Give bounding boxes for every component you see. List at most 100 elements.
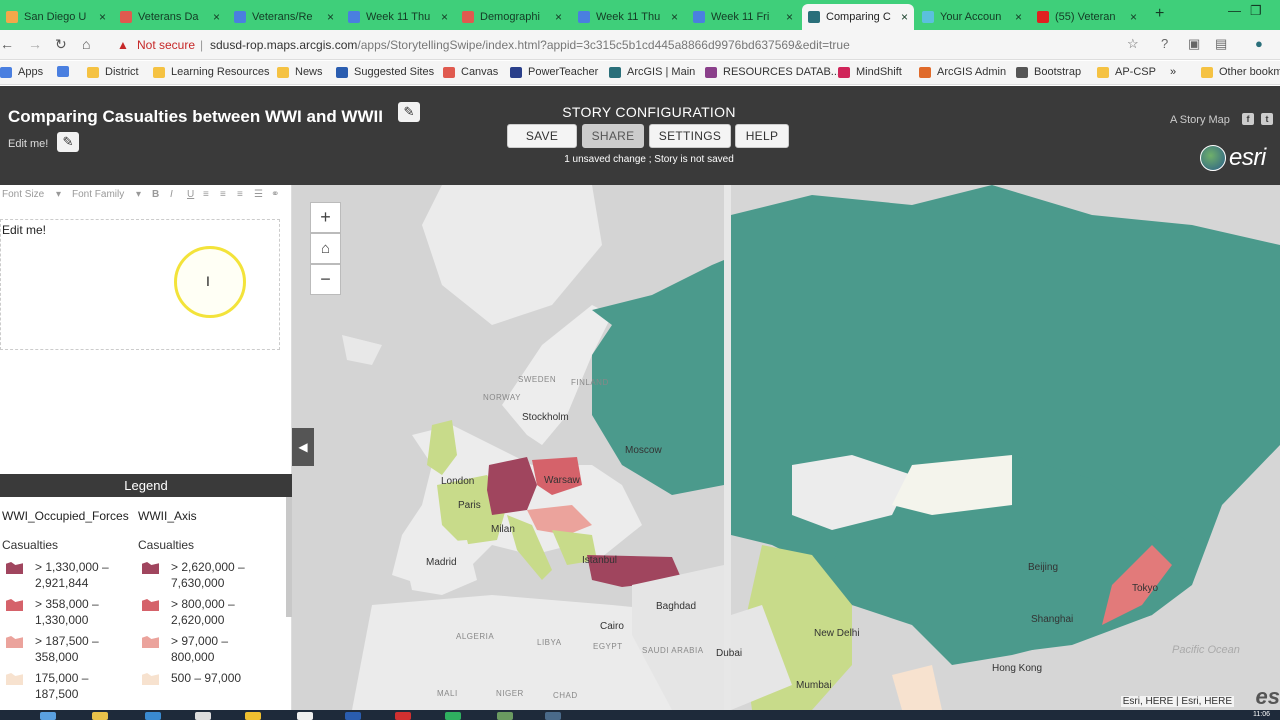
twitter-icon[interactable]: t [1261, 113, 1273, 125]
tab-close-icon[interactable]: × [99, 10, 106, 24]
taskbar-app-icon[interactable] [545, 712, 561, 720]
browser-tab[interactable]: San Diego U × [0, 4, 112, 30]
tab-close-icon[interactable]: × [901, 10, 908, 24]
bookmark-item[interactable]: ArcGIS Admin [919, 66, 1006, 78]
bookmark-item[interactable]: MindShift [838, 66, 902, 78]
tab-close-icon[interactable]: × [441, 10, 448, 24]
taskbar-app-icon[interactable] [40, 712, 56, 720]
bookmark-item[interactable]: Suggested Sites [336, 66, 434, 78]
map-label-shanghai: Shanghai [1031, 614, 1074, 625]
taskbar-app-icon[interactable] [497, 712, 513, 720]
browser-tab[interactable]: Veterans Da × [114, 4, 226, 30]
bookmark-item[interactable]: RESOURCES DATAB... [705, 66, 840, 78]
tab-close-icon[interactable]: × [786, 10, 793, 24]
share-button[interactable]: SHARE [582, 124, 644, 148]
tab-close-icon[interactable]: × [671, 10, 678, 24]
description-text[interactable]: Edit me! [2, 223, 46, 237]
map-attribution[interactable]: Esri, HERE | Esri, HERE [1120, 696, 1234, 707]
url-field[interactable]: sdusd-rop.maps.arcgis.com/apps/Storytell… [210, 38, 850, 52]
font-size-select[interactable]: Font Size [2, 189, 44, 200]
tab-close-icon[interactable]: × [555, 10, 562, 24]
restore-button[interactable]: ❐ [1250, 3, 1262, 19]
extension-pdf-icon[interactable]: ▣ [1188, 36, 1200, 52]
extension-help-icon[interactable]: ? [1161, 36, 1168, 51]
bold-button[interactable]: B [152, 189, 159, 200]
description-editor[interactable]: Edit me! I [0, 219, 280, 350]
collapse-panel-arrow-icon[interactable]: ◀ [292, 428, 314, 466]
taskbar-app-icon[interactable] [195, 712, 211, 720]
bookmark-item[interactable]: News [277, 66, 323, 78]
bookmark-item[interactable] [57, 66, 75, 77]
forward-icon[interactable]: → [28, 36, 42, 52]
browser-tab[interactable]: Veterans/Re × [228, 4, 340, 30]
bookmark-label: Bootstrap [1034, 66, 1082, 78]
home-extent-icon[interactable]: ⌂ [310, 233, 341, 264]
bookmark-item[interactable]: Apps [0, 66, 43, 78]
map-label-madrid: Madrid [426, 557, 457, 568]
story-subtitle[interactable]: Edit me! [8, 138, 48, 150]
not-secure-label[interactable]: Not secure [137, 38, 195, 52]
tab-close-icon[interactable]: × [213, 10, 220, 24]
browser-tab[interactable]: Week 11 Fri × [687, 4, 799, 30]
profile-icon[interactable]: ● [1255, 36, 1263, 51]
edit-title-pencil-icon[interactable]: ✎ [398, 102, 420, 122]
legend-swatch [142, 599, 159, 611]
tab-title: Week 11 Thu [596, 11, 661, 23]
help-button[interactable]: HELP [735, 124, 789, 148]
swipe-divider-handle[interactable] [724, 185, 731, 710]
list-icon[interactable]: ☰ [254, 189, 263, 200]
taskbar-app-icon[interactable] [345, 712, 361, 720]
back-icon[interactable]: ← [0, 36, 14, 52]
font-family-select[interactable]: Font Family [72, 189, 124, 200]
align-right-icon[interactable]: ≡ [237, 189, 243, 200]
font-family-dropdown-icon[interactable]: ▾ [136, 189, 141, 200]
align-left-icon[interactable]: ≡ [203, 189, 209, 200]
underline-button[interactable]: U [187, 189, 194, 200]
swipe-map[interactable]: + ⌂ − ◀ SWEDEN FINLAND NORWAY Stockholm … [292, 185, 1280, 710]
edit-subtitle-pencil-icon[interactable]: ✎ [57, 132, 79, 152]
bookmark-star-icon[interactable]: ☆ [1127, 36, 1139, 52]
zoom-in-button[interactable]: + [310, 202, 341, 233]
browser-tab[interactable]: (55) Veteran × [1031, 4, 1143, 30]
bookmark-item[interactable]: Other bookmarks [1201, 66, 1280, 78]
browser-tab[interactable]: Comparing C × [802, 4, 914, 30]
facebook-icon[interactable]: f [1242, 113, 1254, 125]
settings-button[interactable]: SETTINGS [649, 124, 731, 148]
bookmark-item[interactable]: Bootstrap [1016, 66, 1081, 78]
bookmark-item[interactable]: Canvas [443, 66, 498, 78]
taskbar-app-icon[interactable] [245, 712, 261, 720]
bookmark-item[interactable]: District [87, 66, 139, 78]
browser-tab[interactable]: Demographi × [456, 4, 568, 30]
bookmark-item[interactable]: ArcGIS | Main [609, 66, 695, 78]
link-icon[interactable]: ⚭ [271, 189, 279, 200]
bookmark-item[interactable]: » [1170, 66, 1176, 78]
taskbar-browser-icon[interactable] [145, 712, 161, 720]
tab-close-icon[interactable]: × [1130, 10, 1137, 24]
browser-tab[interactable]: Your Accoun × [916, 4, 1028, 30]
bookmark-item[interactable]: PowerTeacher [510, 66, 598, 78]
browser-tab[interactable]: Week 11 Thu × [342, 4, 454, 30]
taskbar-chrome-icon[interactable] [297, 712, 313, 720]
save-button[interactable]: SAVE [507, 124, 577, 148]
taskbar-folder-icon[interactable] [92, 712, 108, 720]
map-label-pacific-ocean: Pacific Ocean [1172, 644, 1240, 656]
font-size-dropdown-icon[interactable]: ▾ [56, 189, 61, 200]
tab-close-icon[interactable]: × [327, 10, 334, 24]
extension-folder-icon[interactable]: ▤ [1215, 36, 1227, 52]
reload-icon[interactable]: ↻ [55, 36, 67, 53]
story-title[interactable]: Comparing Casualties between WWI and WWI… [8, 107, 383, 127]
esri-logo[interactable]: esri [1200, 144, 1266, 172]
new-tab-button[interactable]: + [1155, 5, 1164, 23]
align-center-icon[interactable]: ≡ [220, 189, 226, 200]
home-icon[interactable]: ⌂ [82, 36, 90, 52]
tab-close-icon[interactable]: × [1015, 10, 1022, 24]
browser-tab[interactable]: Week 11 Thu × [572, 4, 684, 30]
minimize-button[interactable]: — [1228, 3, 1241, 18]
bookmark-item[interactable]: AP-CSP [1097, 66, 1156, 78]
zoom-out-button[interactable]: − [310, 264, 341, 295]
taskbar-app-icon[interactable] [395, 712, 411, 720]
italic-button[interactable]: I [170, 189, 173, 200]
taskbar-app-icon[interactable] [445, 712, 461, 720]
a-story-map-link[interactable]: A Story Map [1170, 114, 1230, 126]
bookmark-item[interactable]: Learning Resources [153, 66, 269, 78]
